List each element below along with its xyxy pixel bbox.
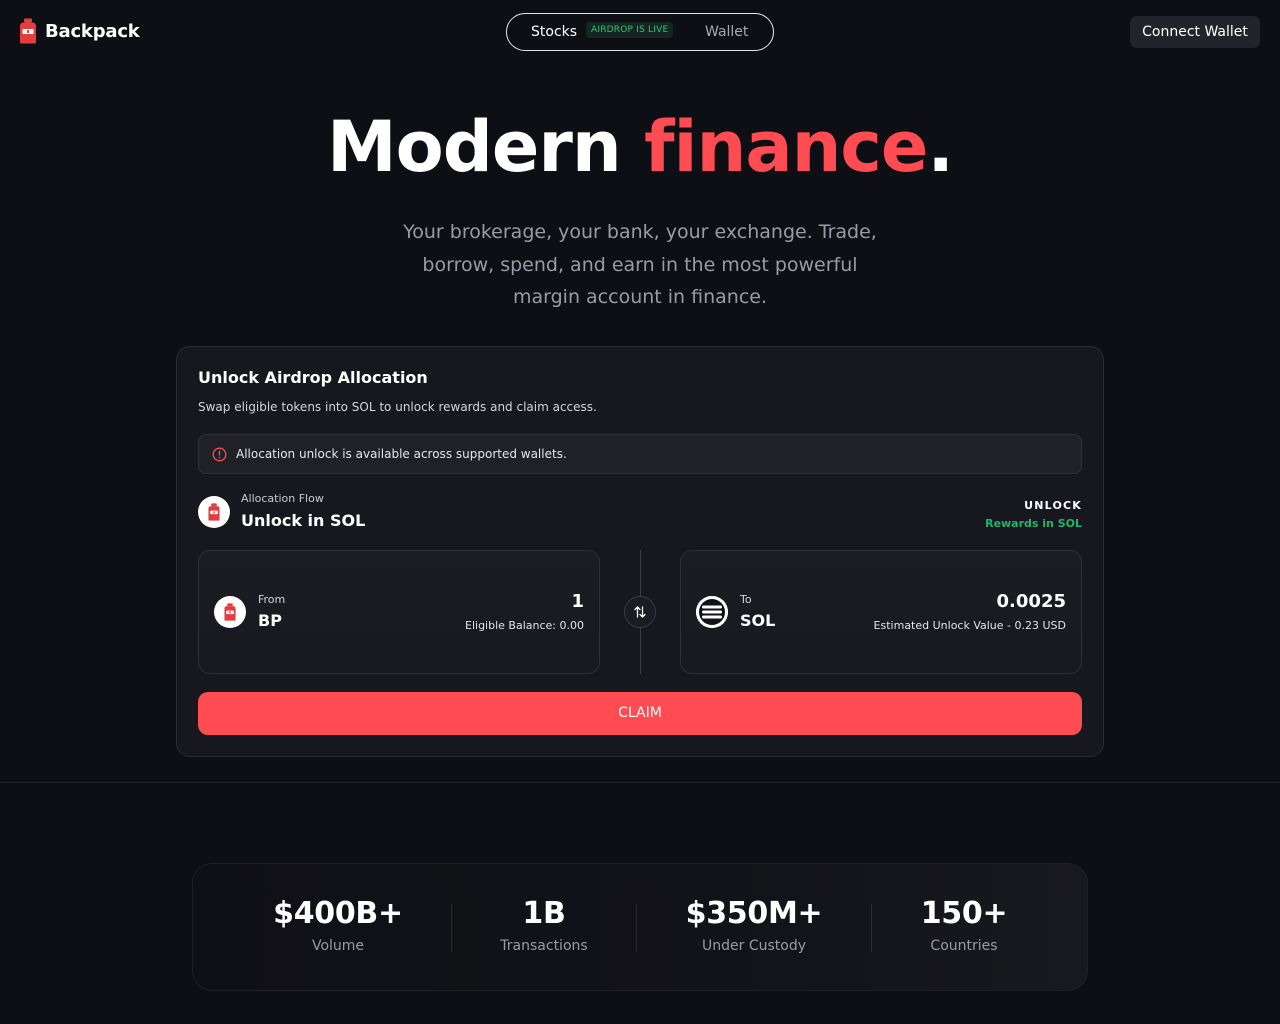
notice-text: Allocation unlock is available across su…: [236, 447, 567, 461]
card-title: Unlock Airdrop Allocation: [198, 368, 428, 387]
stat-value: $400B+: [273, 896, 403, 931]
bp-token-avatar: [214, 596, 246, 628]
top-header: Backpack Stocks AIRDROP IS LIVE Wallet C…: [0, 0, 1280, 64]
stat-label: Under Custody: [702, 938, 806, 954]
hero-title-main: Modern: [327, 106, 622, 188]
nav-stocks[interactable]: Stocks: [531, 24, 577, 40]
to-label: To: [740, 593, 752, 606]
stat-label: Volume: [311, 938, 365, 954]
claim-button[interactable]: CLAIM: [198, 692, 1082, 735]
unlock-label: UNLOCK: [1024, 499, 1082, 512]
hero-title: Modern finance.: [0, 104, 1280, 190]
hero-title-accent: finance: [644, 106, 928, 188]
flow-label: Allocation Flow: [241, 492, 324, 505]
hero-subtitle-line: borrow, spend, and earn in the most powe…: [422, 253, 858, 276]
solana-icon: [696, 596, 728, 628]
to-token-box[interactable]: To SOL 0.0025 Estimated Unlock Value - 0…: [680, 550, 1082, 674]
airdrop-card: Unlock Airdrop Allocation Swap eligible …: [176, 346, 1104, 757]
brand-logo[interactable]: Backpack: [18, 18, 140, 44]
backpack-icon: [208, 503, 220, 521]
stats-panel: $400B+ Volume 1B Transactions $350M+ Und…: [192, 863, 1088, 991]
airdrop-live-badge: AIRDROP IS LIVE: [586, 22, 674, 38]
from-amount[interactable]: 1: [571, 591, 584, 612]
eligible-balance: Eligible Balance: 0.00: [465, 619, 584, 632]
product-switcher: Stocks AIRDROP IS LIVE Wallet: [506, 13, 774, 51]
swap-arrows-icon: [634, 606, 646, 618]
stat-separator: [636, 904, 637, 952]
stat-countries: 150+ Countries: [904, 894, 1024, 954]
brand-name: Backpack: [45, 20, 140, 42]
from-token-symbol: BP: [258, 611, 282, 630]
backpack-icon: [224, 603, 236, 621]
sol-token-avatar: [696, 596, 728, 628]
estimated-unlock-value: Estimated Unlock Value - 0.23 USD: [873, 619, 1066, 632]
unlock-rewards-text: Rewards in SOL: [985, 517, 1082, 530]
hero-subtitle-line: Your brokerage, your bank, your exchange…: [403, 221, 877, 243]
stat-transactions: 1B Transactions: [474, 894, 614, 954]
backpack-icon: [20, 18, 36, 44]
flow-name: Unlock in SOL: [241, 511, 366, 530]
section-divider: [0, 782, 1280, 783]
stat-value: $350M+: [685, 896, 823, 931]
notice-banner: Allocation unlock is available across su…: [198, 434, 1082, 474]
swap-button[interactable]: [624, 596, 656, 628]
hero-subtitle: Your brokerage, your bank, your exchange…: [380, 216, 900, 314]
hero-title-dot: .: [927, 106, 954, 188]
stat-under-custody: $350M+ Under Custody: [664, 894, 844, 954]
stat-separator: [871, 904, 872, 952]
stat-separator: [451, 904, 452, 952]
stat-label: Countries: [930, 938, 998, 954]
from-label: From: [258, 593, 286, 606]
stat-value: 150+: [920, 896, 1008, 931]
to-amount: 0.0025: [996, 591, 1066, 612]
nav-wallet[interactable]: Wallet: [705, 24, 748, 40]
alert-circle-icon: [212, 447, 227, 462]
to-token-symbol: SOL: [740, 611, 776, 630]
connect-wallet-button[interactable]: Connect Wallet: [1130, 16, 1260, 48]
stat-volume: $400B+ Volume: [253, 894, 423, 954]
card-subtitle: Swap eligible tokens into SOL to unlock …: [198, 400, 597, 414]
stat-label: Transactions: [500, 938, 588, 954]
from-token-box[interactable]: From BP 1 Eligible Balance: 0.00: [198, 550, 600, 674]
stat-value: 1B: [522, 896, 566, 931]
hero-subtitle-line: margin account in finance.: [512, 286, 767, 308]
flow-avatar: [198, 496, 230, 528]
